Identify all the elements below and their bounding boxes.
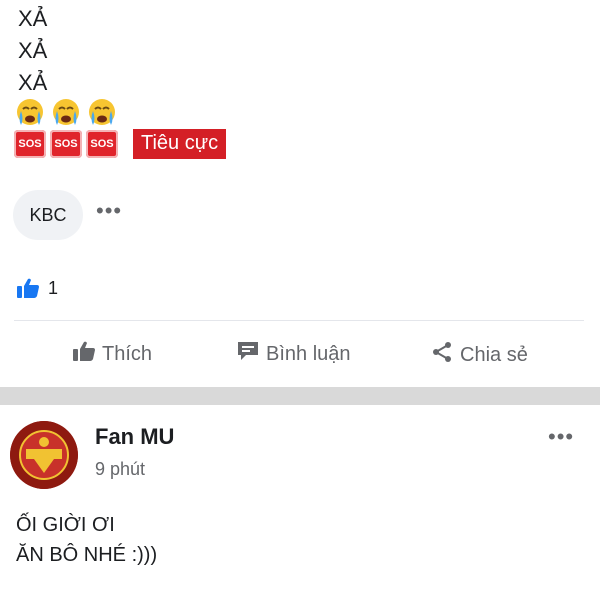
post-timestamp[interactable]: 9 phút xyxy=(95,459,145,480)
crying-emoji-row xyxy=(14,98,118,128)
post-separator xyxy=(0,387,600,405)
thumbs-up-icon xyxy=(72,340,96,368)
share-icon xyxy=(430,340,454,370)
comment-button-label: Bình luận xyxy=(266,342,351,365)
avatar[interactable] xyxy=(10,421,78,489)
post-more-icon[interactable]: ••• xyxy=(548,424,574,450)
comment-more-icon[interactable]: ••• xyxy=(96,198,122,224)
post-text-line: XẢ xyxy=(18,38,48,63)
post-text-line: ỐI GIỜI ƠI xyxy=(16,514,115,536)
divider xyxy=(14,320,584,321)
like-reaction-icon[interactable] xyxy=(16,277,40,304)
crying-face-icon xyxy=(14,98,46,128)
comment-author-chip[interactable]: KBC xyxy=(13,190,83,240)
post-text-line: XẢ xyxy=(18,70,48,95)
post-text-line: XẢ xyxy=(18,6,48,31)
share-button[interactable]: Chia sẻ xyxy=(430,340,528,370)
like-button[interactable]: Thích xyxy=(72,340,152,368)
post-author-name[interactable]: Fan MU xyxy=(95,424,174,450)
comment-button[interactable]: Bình luận xyxy=(236,340,351,368)
sos-icon: SOS xyxy=(14,130,46,158)
crying-face-icon xyxy=(50,98,82,128)
like-button-label: Thích xyxy=(102,342,153,365)
sos-icon: SOS xyxy=(86,130,118,158)
share-button-label: Chia sẻ xyxy=(460,343,528,366)
sos-emoji-row: SOS SOS SOS xyxy=(14,130,118,158)
club-crest-icon xyxy=(10,421,78,489)
comment-bubble-icon xyxy=(236,340,260,368)
crying-face-icon xyxy=(86,98,118,128)
post-text-line: ĂN BÔ NHÉ :))) xyxy=(16,544,158,566)
sentiment-badge: Tiêu cực xyxy=(133,129,227,159)
like-count[interactable]: 1 xyxy=(48,278,58,299)
sos-icon: SOS xyxy=(50,130,82,158)
